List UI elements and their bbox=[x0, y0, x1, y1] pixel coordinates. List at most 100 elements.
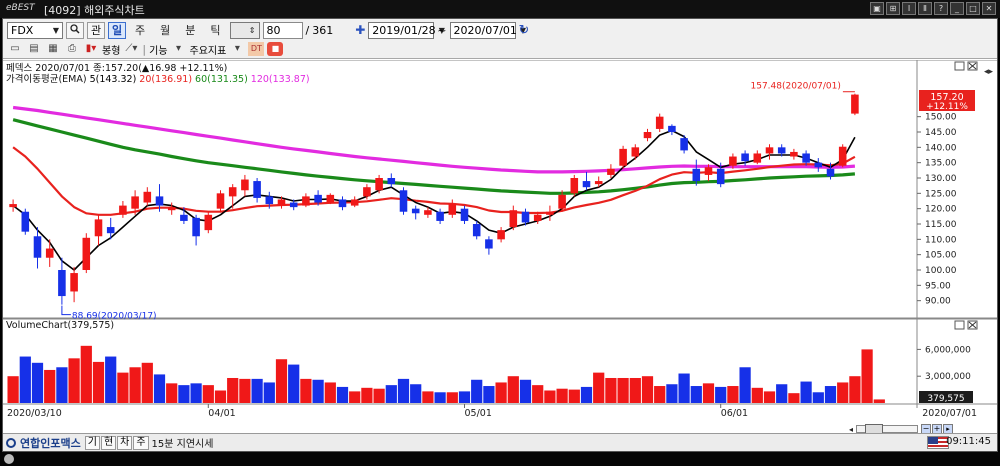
candle-body bbox=[607, 168, 615, 175]
volume-bar bbox=[105, 356, 117, 403]
panel-restore-icon[interactable] bbox=[954, 61, 965, 71]
print-icon[interactable]: ⎙ bbox=[64, 42, 80, 56]
stop-icon[interactable]: ■ bbox=[267, 42, 284, 56]
save-icon[interactable]: ▤ bbox=[26, 42, 42, 56]
candle-body bbox=[729, 156, 737, 166]
volume-bar bbox=[263, 382, 275, 403]
volume-bar bbox=[861, 349, 873, 403]
candle-body bbox=[45, 248, 54, 258]
period-week-button[interactable]: 주 bbox=[129, 22, 151, 38]
volume-bar bbox=[44, 369, 56, 403]
candle-body bbox=[241, 179, 249, 191]
period-month-button[interactable]: 월 bbox=[154, 22, 176, 38]
ma-legend-prefix: 가격이동평균(EMA) bbox=[6, 73, 90, 85]
volume-bar bbox=[544, 390, 556, 403]
candle-body bbox=[399, 190, 408, 212]
collapse-arrow-icon[interactable]: ◂▸ bbox=[984, 67, 994, 77]
volume-bar bbox=[800, 381, 812, 403]
chart-area[interactable]: ◂▸ 페덱스 2020/07/01 종:157.20(▲16.98 +12.11… bbox=[3, 59, 997, 425]
volume-bar bbox=[727, 386, 739, 403]
volume-bar bbox=[776, 384, 788, 403]
volume-bar bbox=[495, 382, 507, 403]
volume-bar bbox=[312, 379, 324, 403]
bottom-btn-2[interactable]: 현 bbox=[100, 435, 117, 450]
zoom-slider[interactable] bbox=[856, 424, 919, 434]
x-tick-label: 2020/07/01 bbox=[922, 408, 977, 419]
volume-bar bbox=[239, 378, 251, 403]
refresh-icon[interactable]: ↻ bbox=[519, 23, 530, 38]
window-btn-2[interactable]: ⊞ bbox=[886, 2, 900, 15]
symbol-combo[interactable]: FDX ▼ bbox=[7, 21, 63, 39]
start-date-combo[interactable]: 2019/01/28 ▼ bbox=[368, 21, 445, 39]
volume-bar bbox=[31, 362, 44, 403]
new-chart-icon[interactable]: ▭ bbox=[7, 42, 23, 56]
add-icon[interactable]: ✚ bbox=[355, 23, 365, 37]
volume-bar bbox=[666, 384, 678, 403]
count-input[interactable]: 80 bbox=[262, 21, 303, 39]
candle-body bbox=[826, 168, 835, 177]
volume-bar bbox=[336, 386, 349, 403]
layout-icon[interactable]: ▦ bbox=[45, 42, 61, 56]
interval-combo[interactable]: ⇕ bbox=[229, 21, 260, 39]
volume-bar bbox=[532, 385, 544, 403]
bottom-bar: 연합인포맥스 기 현 차 주 15분 지연시세 09:11:45 bbox=[3, 433, 997, 451]
function-menu[interactable]: 기능 bbox=[149, 42, 167, 57]
volume-bar bbox=[702, 383, 715, 403]
y-tick-label: 100.00 bbox=[925, 266, 957, 276]
candle-body bbox=[692, 168, 701, 182]
count-separator: / bbox=[305, 23, 310, 37]
candle-body bbox=[777, 147, 786, 154]
maximize-button[interactable]: □ bbox=[966, 2, 980, 15]
low-price-label: 88.69(2020/03/17) bbox=[72, 312, 157, 322]
candle-type-icon[interactable]: ▮▾ bbox=[83, 42, 99, 56]
volume-bar bbox=[397, 378, 410, 403]
candlestick-chart[interactable]: ◂▸ 페덱스 2020/07/01 종:157.20(▲16.98 +12.11… bbox=[3, 59, 997, 425]
help-button[interactable]: ? bbox=[934, 2, 948, 15]
candle-type-label[interactable]: 봉형 bbox=[102, 42, 120, 57]
period-minute-button[interactable]: 분 bbox=[179, 22, 201, 38]
candle-body bbox=[631, 147, 640, 157]
volume-bar bbox=[361, 387, 373, 403]
window-btn-4[interactable]: Ⅱ bbox=[918, 2, 932, 15]
volume-bar bbox=[763, 391, 776, 403]
volume-bar bbox=[422, 391, 434, 403]
end-date-combo[interactable]: 2020/07/01 ▼ bbox=[449, 21, 526, 39]
candle-body bbox=[668, 125, 676, 132]
delay-notice: 15분 지연시세 bbox=[151, 439, 214, 450]
window-btn-1[interactable]: ▣ bbox=[870, 2, 884, 15]
minimize-button[interactable]: _ bbox=[950, 2, 964, 15]
candle-body bbox=[21, 211, 30, 232]
candle-body bbox=[582, 181, 591, 188]
volume-bar bbox=[324, 382, 336, 403]
volume-bar bbox=[288, 364, 300, 403]
candle-body bbox=[570, 178, 579, 194]
close-button[interactable]: ✕ bbox=[982, 2, 996, 15]
data-icon[interactable]: DT bbox=[248, 42, 265, 56]
indicator-menu[interactable]: 주요지표 bbox=[190, 42, 227, 57]
candle-body bbox=[265, 196, 274, 205]
period-day-button[interactable]: 일 bbox=[108, 21, 126, 39]
candle-body bbox=[143, 191, 152, 203]
source-logo-icon bbox=[6, 437, 16, 448]
panel-restore-icon[interactable] bbox=[954, 320, 965, 330]
bottom-btn-3[interactable]: 차 bbox=[117, 435, 133, 450]
chart-window: FDX ▼ 관 일 주 월 분 틱 ⇕ 80 / 361 ✚ 2019/01/28… bbox=[2, 18, 998, 452]
mode-button[interactable]: 관 bbox=[87, 21, 105, 39]
y-tick-label: 115.00 bbox=[925, 220, 957, 230]
search-button[interactable] bbox=[66, 21, 84, 39]
candle-body bbox=[326, 194, 335, 203]
bottom-btn-1[interactable]: 기 bbox=[84, 435, 100, 450]
volume-tick-label: 6,000,000 bbox=[925, 345, 971, 355]
candle-body bbox=[436, 211, 444, 221]
y-tick-label: 105.00 bbox=[925, 251, 957, 261]
price-tag-change: +12.11% bbox=[926, 102, 968, 112]
line-tool-icon[interactable]: ⟋▾ bbox=[123, 42, 139, 56]
volume-bar bbox=[202, 385, 214, 403]
volume-bar bbox=[568, 389, 580, 403]
candle-body bbox=[180, 214, 188, 221]
window-btn-3[interactable]: Ⅰ bbox=[902, 2, 916, 15]
bottom-btn-4[interactable]: 주 bbox=[133, 435, 149, 450]
volume-bar bbox=[458, 391, 471, 403]
start-date-value: 2019/01/28 bbox=[372, 23, 436, 37]
period-tick-button[interactable]: 틱 bbox=[204, 22, 226, 38]
